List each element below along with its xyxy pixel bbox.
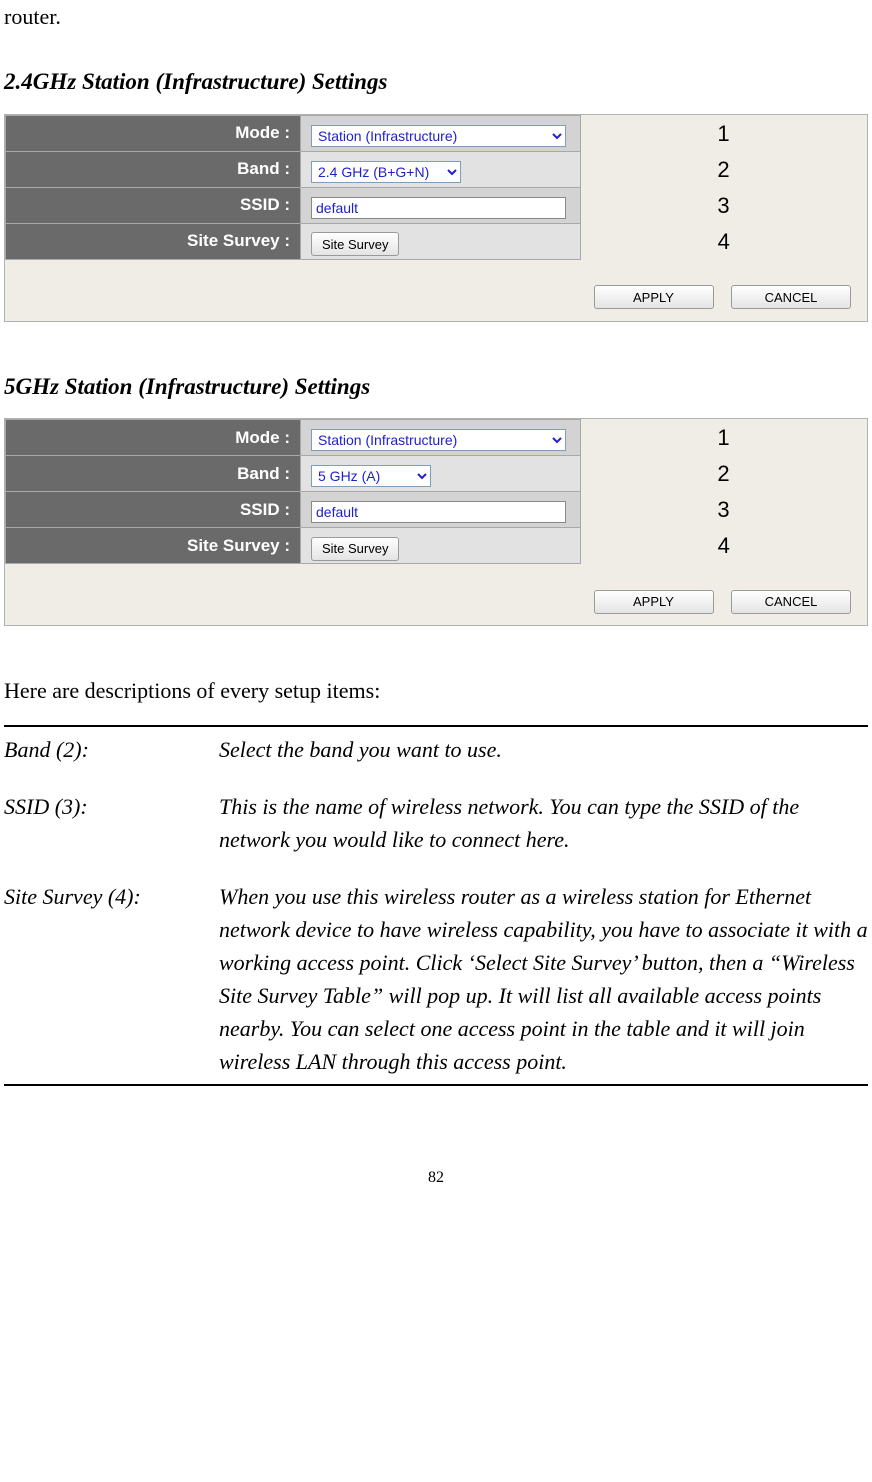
desc-text-survey: When you use this wireless router as a w… (219, 874, 868, 1085)
row-mode: Mode : Station (Infrastructure) 1 (6, 420, 867, 456)
settings-table-2ghz: Mode : Station (Infrastructure) 1 Band :… (5, 115, 867, 260)
row-mode: Mode : Station (Infrastructure) 1 (6, 115, 867, 151)
row-ssid: SSID : 3 (6, 187, 867, 223)
label-ssid: SSID : (6, 492, 301, 528)
ssid-input[interactable] (311, 197, 566, 219)
panel-footer-5ghz: APPLY CANCEL (5, 564, 867, 625)
desc-row-band: Band (2): Select the band you want to us… (4, 726, 868, 772)
label-site-survey: Site Survey : (6, 223, 301, 259)
cancel-button[interactable]: CANCEL (731, 285, 851, 309)
apply-button[interactable]: APPLY (594, 590, 714, 614)
band-select[interactable]: 2.4 GHz (B+G+N) (311, 161, 461, 183)
desc-text-band: Select the band you want to use. (219, 726, 868, 772)
band-select[interactable]: 5 GHz (A) (311, 465, 431, 487)
panel-footer-2ghz: APPLY CANCEL (5, 260, 867, 321)
desc-text-ssid: This is the name of wireless network. Yo… (219, 784, 868, 862)
desc-row-ssid: SSID (3): This is the name of wireless n… (4, 784, 868, 862)
intro-text: router. (4, 0, 868, 33)
mode-select[interactable]: Station (Infrastructure) (311, 429, 566, 451)
site-survey-button[interactable]: Site Survey (311, 232, 399, 256)
section-heading-2ghz: 2.4GHz Station (Infrastructure) Settings (4, 65, 868, 100)
annotation-1: 1 (581, 421, 866, 454)
ssid-input[interactable] (311, 501, 566, 523)
settings-table-5ghz: Mode : Station (Infrastructure) 1 Band :… (5, 419, 867, 564)
desc-row-survey: Site Survey (4): When you use this wirel… (4, 874, 868, 1085)
label-band: Band : (6, 151, 301, 187)
mode-select[interactable]: Station (Infrastructure) (311, 125, 566, 147)
annotation-2: 2 (581, 457, 866, 490)
annotation-4: 4 (581, 225, 867, 258)
annotation-1: 1 (581, 117, 866, 150)
apply-button[interactable]: APPLY (594, 285, 714, 309)
label-site-survey: Site Survey : (6, 528, 301, 564)
page-number: 82 (4, 1166, 868, 1190)
row-ssid: SSID : 3 (6, 492, 867, 528)
annotation-4: 4 (581, 529, 867, 562)
label-mode: Mode : (6, 115, 301, 151)
settings-panel-2ghz: Mode : Station (Infrastructure) 1 Band :… (4, 114, 868, 322)
desc-label-ssid: SSID (3): (4, 784, 219, 862)
descriptions-intro: Here are descriptions of every setup ite… (4, 674, 868, 707)
desc-label-band: Band (2): (4, 726, 219, 772)
label-band: Band : (6, 456, 301, 492)
annotation-3: 3 (581, 493, 866, 526)
annotation-2: 2 (581, 153, 866, 186)
section-heading-5ghz: 5GHz Station (Infrastructure) Settings (4, 370, 868, 405)
row-band: Band : 2.4 GHz (B+G+N) 2 (6, 151, 867, 187)
cancel-button[interactable]: CANCEL (731, 590, 851, 614)
descriptions-table: Band (2): Select the band you want to us… (4, 725, 868, 1086)
row-site-survey: Site Survey : Site Survey 4 (6, 528, 867, 564)
settings-panel-5ghz: Mode : Station (Infrastructure) 1 Band :… (4, 418, 868, 626)
label-mode: Mode : (6, 420, 301, 456)
row-site-survey: Site Survey : Site Survey 4 (6, 223, 867, 259)
desc-label-survey: Site Survey (4): (4, 874, 219, 1085)
annotation-3: 3 (581, 189, 866, 222)
site-survey-button[interactable]: Site Survey (311, 537, 399, 561)
row-band: Band : 5 GHz (A) 2 (6, 456, 867, 492)
label-ssid: SSID : (6, 187, 301, 223)
